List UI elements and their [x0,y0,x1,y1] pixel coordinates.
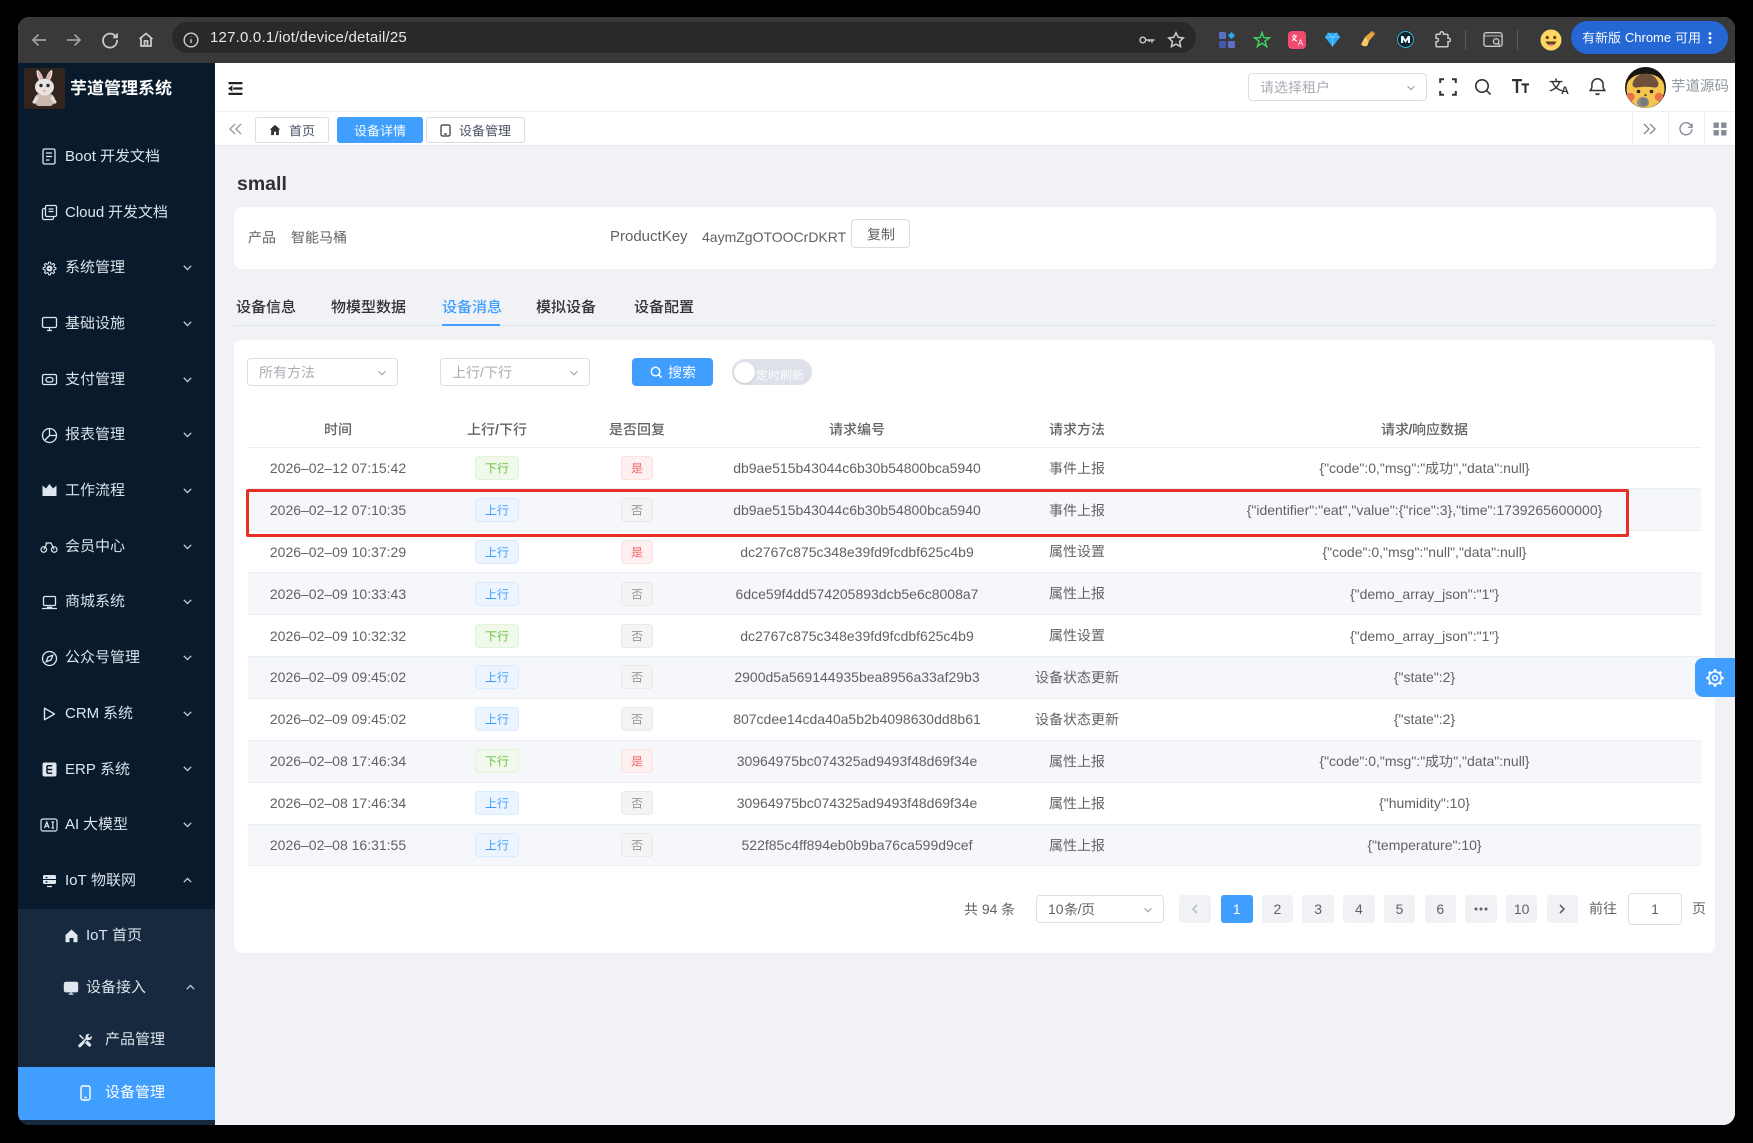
svg-text:A: A [1298,39,1304,48]
